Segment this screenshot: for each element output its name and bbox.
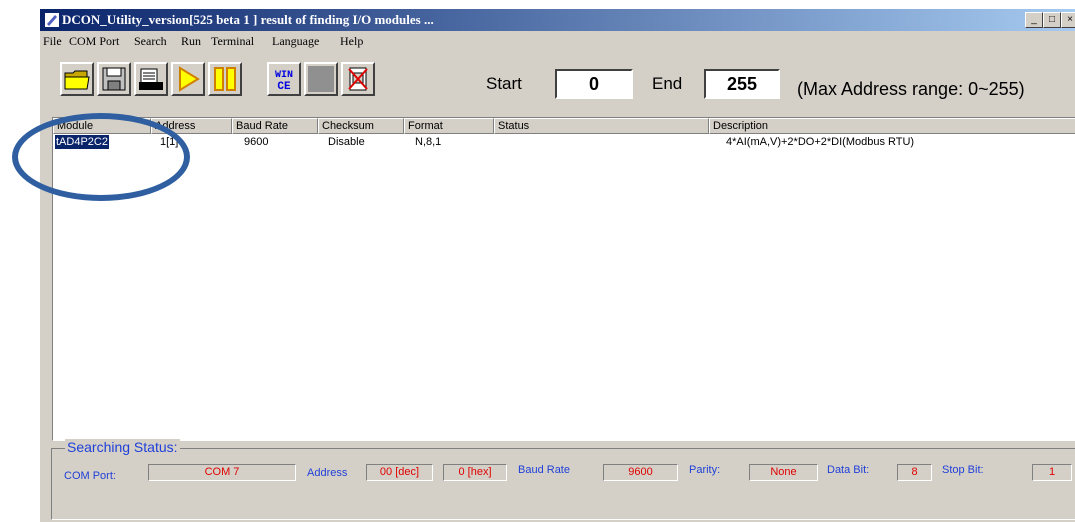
col-header-description[interactable]: Description <box>709 118 1075 134</box>
max-address-range-label: (Max Address range: 0~255) <box>797 79 1025 99</box>
wince-text-bottom: CE <box>277 81 291 93</box>
stop-bit-value: 1 <box>1032 464 1072 481</box>
com-port-value: COM 7 <box>148 464 296 481</box>
col-header-baud-rate[interactable]: Baud Rate <box>232 118 318 134</box>
cell-description: 4*AI(mA,V)+2*DO+2*DI(Modbus RTU) <box>726 136 915 148</box>
save-disk-icon <box>102 67 126 91</box>
wince-text-top: WIN <box>275 70 293 81</box>
menu-run[interactable]: Run <box>181 34 201 49</box>
searching-status-group <box>51 448 1075 520</box>
module-list[interactable]: Module Address Baud Rate Checksum Format… <box>52 117 1075 441</box>
menu-help[interactable]: Help <box>340 34 363 49</box>
searching-status-title: Searching Status: <box>65 439 180 455</box>
pause-icon <box>214 67 236 91</box>
stop-bit-label: Stop Bit: <box>942 464 984 476</box>
run-button[interactable] <box>171 62 205 96</box>
col-header-status[interactable]: Status <box>494 118 709 134</box>
highlight-ring <box>12 113 190 201</box>
address-dec-value: 00 [dec] <box>366 464 433 481</box>
menu-terminal[interactable]: Terminal <box>211 34 254 49</box>
menu-file[interactable]: File <box>43 34 62 49</box>
print-button[interactable] <box>134 62 168 96</box>
play-icon <box>179 66 200 92</box>
start-label: Start <box>486 74 522 93</box>
menu-language[interactable]: Language <box>272 34 319 49</box>
col-header-checksum[interactable]: Checksum <box>318 118 404 134</box>
baud-rate-label: Baud Rate <box>518 464 570 476</box>
title-bar[interactable]: DCON_Utility_version[525 beta 1 ] result… <box>40 9 1075 31</box>
end-label: End <box>652 74 683 93</box>
open-folder-icon <box>64 70 90 90</box>
parity-value: None <box>749 464 818 481</box>
menu-com-port[interactable]: COM Port <box>69 34 119 49</box>
wince-icon: WIN CE <box>275 70 293 93</box>
window-title: DCON_Utility_version[525 beta 1 ] result… <box>62 12 434 27</box>
disconnect-icon <box>348 67 368 91</box>
disconnect-button[interactable] <box>341 62 375 96</box>
parity-label: Parity: <box>689 464 721 476</box>
cell-format: N,8,1 <box>415 136 442 148</box>
open-button[interactable] <box>60 62 94 96</box>
menu-search[interactable]: Search <box>134 34 167 49</box>
address-label: Address <box>307 467 348 479</box>
app-icon <box>45 13 59 27</box>
close-button[interactable]: × <box>1061 12 1075 28</box>
printer-icon <box>139 68 163 90</box>
blank-button[interactable] <box>304 62 338 96</box>
data-bit-label: Data Bit: <box>827 464 870 476</box>
blank-icon <box>308 66 334 92</box>
wince-button[interactable]: WIN CE <box>267 62 301 96</box>
data-bit-value: 8 <box>897 464 932 481</box>
pause-button[interactable] <box>208 62 242 96</box>
cell-baud-rate: 9600 <box>244 136 269 148</box>
maximize-button[interactable]: □ <box>1043 12 1061 28</box>
baud-rate-value: 9600 <box>603 464 678 481</box>
col-header-format[interactable]: Format <box>404 118 494 134</box>
address-hex-value: 0 [hex] <box>443 464 507 481</box>
menu-bar: File COM Port Search Run Terminal Langua… <box>40 31 1075 51</box>
end-address-input[interactable]: 255 <box>704 69 780 99</box>
cell-checksum: Disable <box>328 136 365 148</box>
start-address-input[interactable]: 0 <box>555 69 633 99</box>
minimize-button[interactable]: _ <box>1025 12 1043 28</box>
com-port-label: COM Port: <box>64 470 116 482</box>
dcon-utility-window: DCON_Utility_version[525 beta 1 ] result… <box>40 9 1075 522</box>
save-button[interactable] <box>97 62 131 96</box>
